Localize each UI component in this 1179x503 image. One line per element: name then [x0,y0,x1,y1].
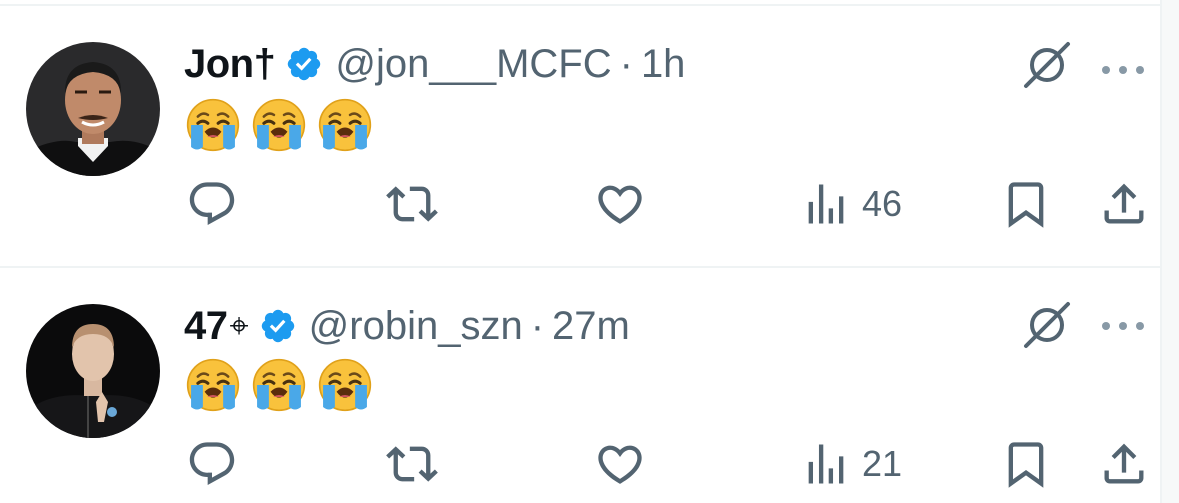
right-rail [1160,0,1179,503]
tweet[interactable]: 47 ⌖ @robin_szn · 27m 21 [0,270,1160,503]
grok-icon[interactable] [1020,38,1074,92]
views-chart-icon [800,438,852,490]
retweet-button[interactable] [386,434,438,494]
tweet-header: Jon† @jon___MCFC · 1h [184,36,685,92]
share-button[interactable] [1098,434,1150,494]
loudly-crying-face-icon [186,358,240,412]
bookmark-button[interactable] [1000,174,1052,234]
top-divider [0,4,1160,6]
action-bar: 21 [0,434,1160,494]
heart-icon [594,438,646,490]
avatar[interactable] [26,304,160,438]
action-bar: 46 [0,174,1160,234]
loudly-crying-face-icon [252,98,306,152]
more-dots-icon[interactable] [1100,316,1146,336]
loudly-crying-face-icon [318,358,372,412]
verified-badge-icon [285,45,323,83]
views-count: 21 [862,443,903,484]
tweet-divider [0,266,1160,268]
views-chart-icon [800,178,852,230]
retweet-icon [386,178,438,230]
bookmark-icon [1000,178,1052,230]
user-handle[interactable]: @jon___MCFC [335,42,611,87]
bookmark-button[interactable] [1000,434,1052,494]
avatar[interactable] [26,42,160,176]
reply-button[interactable] [186,434,238,494]
separator-dot: · [530,303,545,348]
grok-icon[interactable] [1020,298,1074,352]
display-name[interactable]: Jon† [184,42,276,87]
tweet[interactable]: Jon† @jon___MCFC · 1h 46 [0,10,1160,266]
views-button[interactable]: 21 [800,434,902,494]
user-handle[interactable]: @robin_szn [309,304,523,349]
retweet-button[interactable] [386,174,438,234]
verified-badge-icon [259,307,297,345]
heart-icon [594,178,646,230]
retweet-icon [386,438,438,490]
display-name[interactable]: 47 [184,304,228,349]
tweet-text [186,98,372,152]
reply-icon [186,438,238,490]
separator-dot: · [619,41,633,86]
share-icon [1098,438,1150,490]
like-button[interactable] [594,434,646,494]
bookmark-icon [1000,438,1052,490]
crosshair-glyph: ⌖ [229,306,249,345]
views-count: 46 [862,183,903,224]
more-dots-icon[interactable] [1100,60,1146,80]
views-button[interactable]: 46 [800,174,902,234]
like-button[interactable] [594,174,646,234]
tweet-text [186,358,372,412]
loudly-crying-face-icon [318,98,372,152]
timestamp[interactable]: 1h [641,42,686,87]
share-button[interactable] [1098,174,1150,234]
reply-button[interactable] [186,174,238,234]
loudly-crying-face-icon [252,358,306,412]
loudly-crying-face-icon [186,98,240,152]
timestamp[interactable]: 27m [552,304,630,349]
share-icon [1098,178,1150,230]
reply-icon [186,178,238,230]
tweet-header: 47 ⌖ @robin_szn · 27m [184,298,630,354]
